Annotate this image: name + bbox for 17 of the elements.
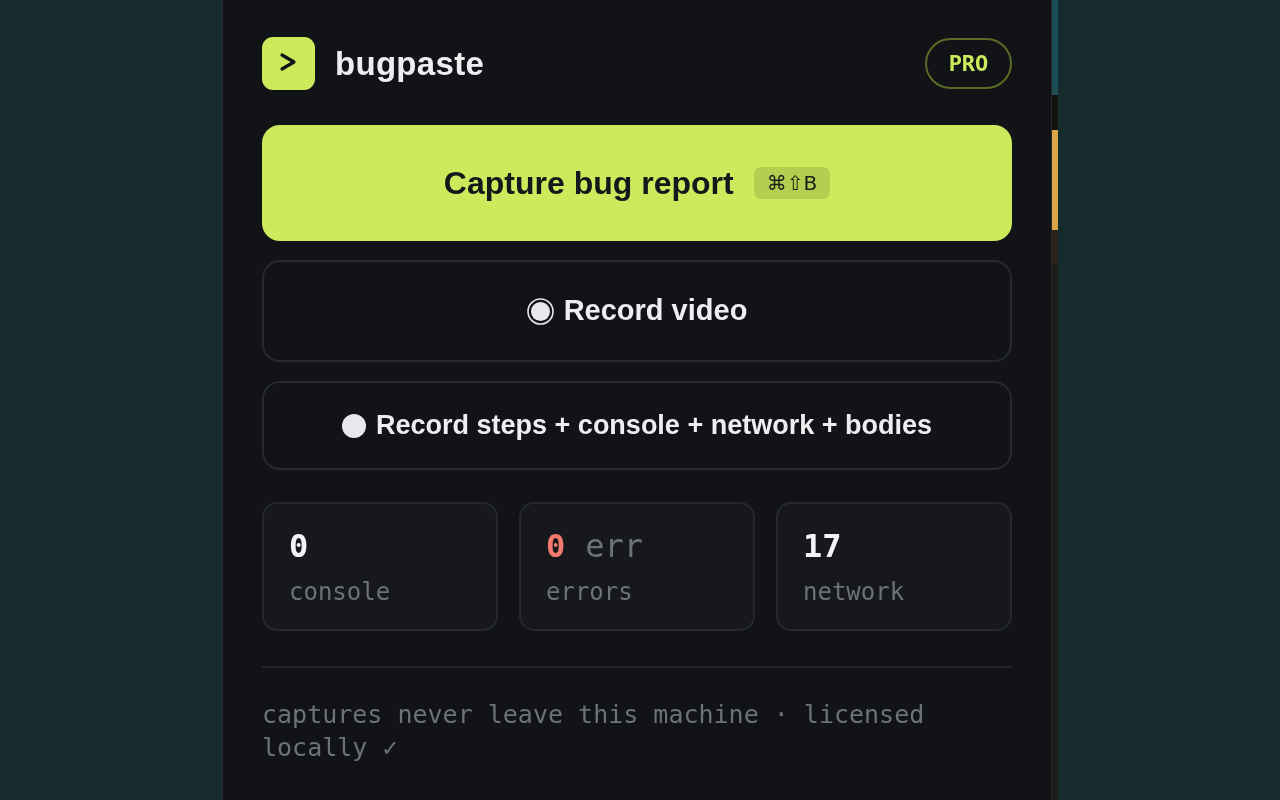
plan-label: PRO [925, 38, 1012, 89]
record-steps-button[interactable]: Record steps + console + network + bodies [262, 381, 1012, 470]
record-dot-icon [342, 413, 367, 438]
capture-button[interactable]: Capture bug report ⌘⇧B [262, 125, 1012, 241]
app-title: bugpaste [335, 47, 485, 80]
record-video-button[interactable]: Record video [262, 260, 1012, 362]
stat-value: 0 [546, 530, 566, 562]
shortcut-key: ⌘⇧B [753, 167, 831, 199]
stat-value: 0 [289, 530, 309, 562]
stat-unit: err [585, 530, 644, 562]
stat-label: network [803, 580, 906, 604]
chevron-tile-icon [262, 37, 315, 90]
privacy-note: captures never leave this machine · licensed locally ✓ [262, 699, 926, 764]
stat-value: 17 [803, 530, 842, 562]
stat-label: console [289, 580, 392, 604]
record-ring-icon [526, 297, 554, 325]
stat-label: errors [546, 580, 634, 604]
